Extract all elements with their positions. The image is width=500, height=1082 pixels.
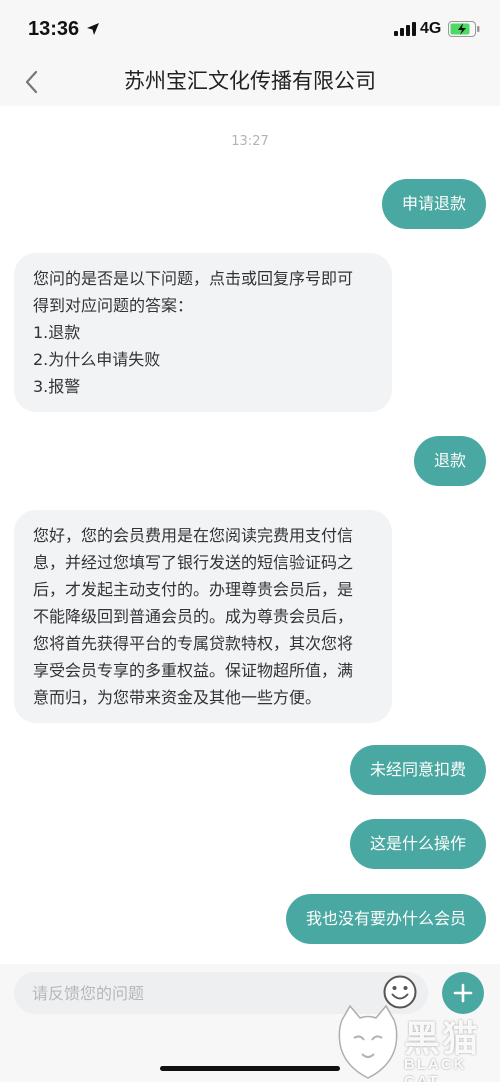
black-cat-logo-icon	[338, 1004, 398, 1079]
network-type: 4G	[420, 20, 442, 37]
battery-charging-icon	[448, 21, 480, 37]
watermark-text-cn: 黑猫	[404, 1019, 481, 1060]
message-timestamp: 13:27	[231, 134, 269, 149]
bot-option-3[interactable]: 3.报警	[33, 373, 373, 400]
signal-icon	[394, 22, 416, 36]
user-message: 我也没有要办什么会员	[285, 894, 486, 944]
bot-message: 您好，您的会员费用是在您阅读完费用支付信 息，并经过您填写了银行发送的短信验证码…	[14, 510, 392, 723]
bot-message-line: 不能降级回到普通会员的。成为尊贵会员后，	[33, 607, 354, 626]
user-message: 未经同意扣费	[349, 745, 486, 795]
status-bar: 13:36 4G	[0, 0, 500, 58]
add-button[interactable]	[442, 972, 484, 1014]
home-indicator[interactable]	[160, 1066, 340, 1071]
bot-message: 您问的是否是以下问题，点击或回复序号即可 得到对应问题的答案： 1.退款 2.为…	[14, 253, 392, 412]
user-message: 申请退款	[381, 179, 486, 229]
bot-option-2[interactable]: 2.为什么申请失败	[33, 346, 373, 373]
nav-bar: 苏州宝汇文化传播有限公司	[0, 58, 500, 106]
message-input[interactable]	[14, 972, 374, 1014]
user-message: 这是什么操作	[349, 819, 486, 869]
plus-icon	[453, 983, 473, 1003]
bot-message-line: 意而归，为您带来资金及其他一些方便。	[33, 688, 322, 707]
page-title: 苏州宝汇文化传播有限公司	[124, 69, 376, 93]
bot-message-line: 息，并经过您填写了银行发送的短信验证码之	[33, 553, 354, 572]
watermark-text-en: BLACK CAT	[404, 1056, 467, 1082]
bot-message-line: 您问的是否是以下问题，点击或回复序号即可	[33, 269, 354, 288]
status-time: 13:36	[28, 18, 80, 40]
bot-message-line: 后，才发起主动支付的。办理尊贵会员后，是	[33, 580, 354, 599]
location-arrow-icon	[87, 23, 99, 35]
bot-message-line: 得到对应问题的答案：	[33, 296, 194, 315]
chat-area[interactable]: 13:27 申请退款 您问的是否是以下问题，点击或回复序号即可 得到对应问题的答…	[0, 106, 500, 964]
bot-option-1[interactable]: 1.退款	[33, 319, 373, 346]
bot-message-line: 您将首先获得平台的专属贷款特权，其次您将	[33, 634, 354, 653]
user-message: 退款	[413, 436, 486, 486]
bot-message-line: 享受会员专享的多重权益。保证物超所值，满	[33, 661, 354, 680]
bot-message-line: 您好，您的会员费用是在您阅读完费用支付信	[33, 526, 354, 545]
